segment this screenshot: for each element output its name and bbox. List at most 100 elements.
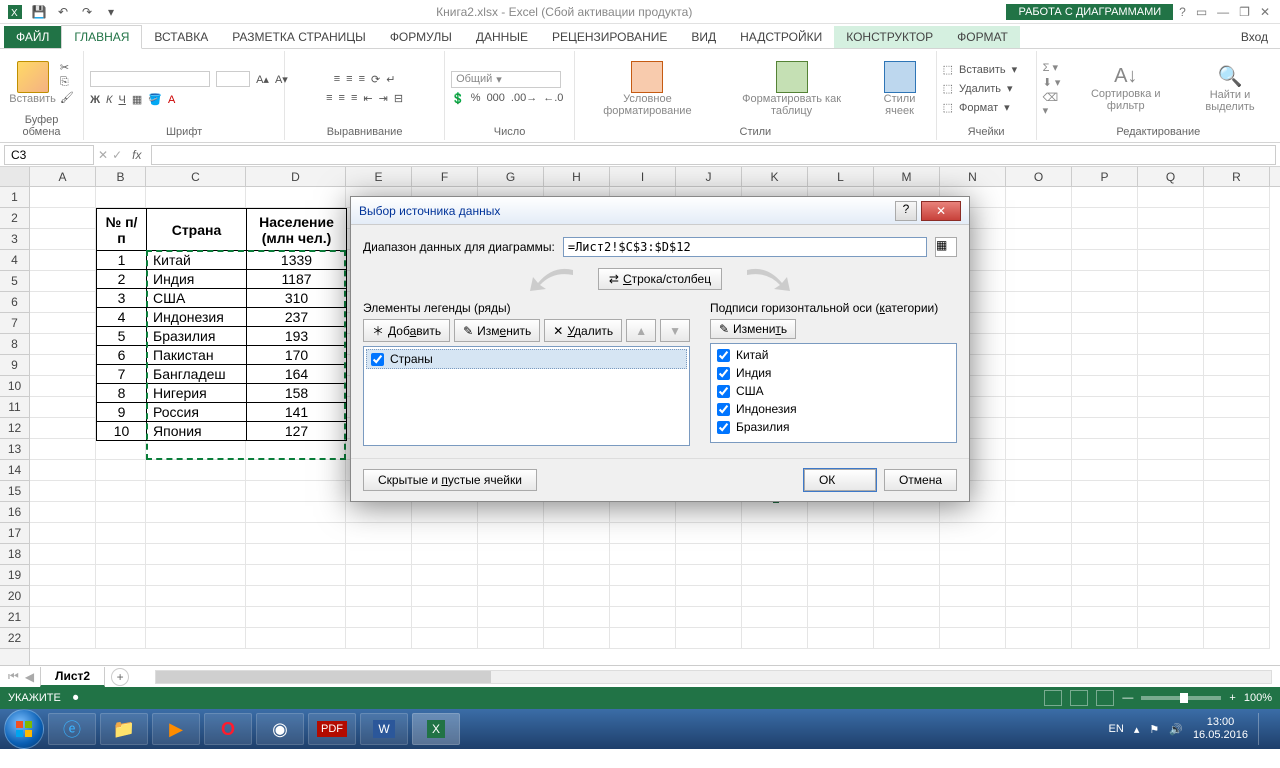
- cell[interactable]: [676, 628, 742, 649]
- cell[interactable]: [96, 607, 146, 628]
- tab-file[interactable]: ФАЙЛ: [4, 26, 61, 48]
- table-cell[interactable]: Бразилия: [147, 327, 247, 346]
- cell[interactable]: [1006, 250, 1072, 271]
- cell[interactable]: [96, 502, 146, 523]
- cell[interactable]: [412, 586, 478, 607]
- cell[interactable]: [1006, 586, 1072, 607]
- show-desktop-button[interactable]: [1258, 713, 1268, 745]
- cell[interactable]: [1204, 418, 1270, 439]
- sort-filter-button[interactable]: A↓ Сортировка и фильтр: [1074, 65, 1178, 112]
- fill-icon[interactable]: ⬇ ▾: [1043, 76, 1066, 89]
- cell[interactable]: [1072, 607, 1138, 628]
- autosum-icon[interactable]: Σ ▾: [1043, 61, 1066, 74]
- table-cell[interactable]: Пакистан: [147, 346, 247, 365]
- cell[interactable]: [610, 502, 676, 523]
- cell[interactable]: [246, 523, 346, 544]
- cell[interactable]: [30, 397, 96, 418]
- cell[interactable]: [874, 628, 940, 649]
- cut-icon[interactable]: ✂: [60, 61, 74, 74]
- cell[interactable]: [1072, 565, 1138, 586]
- cell[interactable]: [1006, 292, 1072, 313]
- cell[interactable]: [478, 565, 544, 586]
- cell[interactable]: [146, 544, 246, 565]
- table-cell[interactable]: Индия: [147, 270, 247, 289]
- cell[interactable]: [1204, 586, 1270, 607]
- cell[interactable]: [874, 502, 940, 523]
- cell[interactable]: [30, 271, 96, 292]
- align-bottom-icon[interactable]: ≡: [359, 73, 365, 85]
- category-checkbox[interactable]: [717, 349, 730, 362]
- column-header[interactable]: N: [940, 167, 1006, 186]
- table-cell[interactable]: 141: [247, 403, 347, 422]
- ok-button[interactable]: ОК: [804, 469, 876, 491]
- tab-formulas[interactable]: ФОРМУЛЫ: [378, 26, 464, 48]
- table-cell[interactable]: 237: [247, 308, 347, 327]
- cell[interactable]: [1138, 439, 1204, 460]
- paste-button[interactable]: Вставить: [9, 61, 56, 105]
- cell[interactable]: [1072, 250, 1138, 271]
- cell[interactable]: [30, 355, 96, 376]
- table-cell[interactable]: 193: [247, 327, 347, 346]
- cell[interactable]: [1072, 439, 1138, 460]
- qat-customize-icon[interactable]: ▾: [100, 2, 122, 22]
- table-cell[interactable]: 310: [247, 289, 347, 308]
- cell[interactable]: [1204, 334, 1270, 355]
- cell[interactable]: [1006, 271, 1072, 292]
- cell[interactable]: [1006, 565, 1072, 586]
- task-word[interactable]: W: [360, 713, 408, 745]
- cell[interactable]: [412, 544, 478, 565]
- cell[interactable]: [346, 544, 412, 565]
- cell[interactable]: [1204, 565, 1270, 586]
- tray-volume-icon[interactable]: 🔊: [1169, 723, 1183, 736]
- conditional-formatting-button[interactable]: Условное форматирование: [581, 61, 714, 117]
- cell[interactable]: [1072, 397, 1138, 418]
- tab-insert[interactable]: ВСТАВКА: [142, 26, 220, 48]
- font-color-icon[interactable]: A: [168, 94, 175, 106]
- close-icon[interactable]: ✕: [1260, 5, 1270, 19]
- cell[interactable]: [1072, 523, 1138, 544]
- cell[interactable]: [544, 565, 610, 586]
- cell[interactable]: [1204, 208, 1270, 229]
- page-layout-view-icon[interactable]: [1070, 690, 1088, 706]
- help-icon[interactable]: ?: [1179, 5, 1186, 19]
- cell[interactable]: [1006, 208, 1072, 229]
- cell[interactable]: [1072, 229, 1138, 250]
- cell[interactable]: [742, 586, 808, 607]
- cell[interactable]: [1006, 313, 1072, 334]
- align-center-icon[interactable]: ≡: [339, 92, 345, 104]
- cell[interactable]: [808, 607, 874, 628]
- cell[interactable]: [30, 628, 96, 649]
- align-left-icon[interactable]: ≡: [326, 92, 332, 104]
- increase-font-icon[interactable]: A▴: [256, 73, 269, 86]
- align-middle-icon[interactable]: ≡: [346, 73, 352, 85]
- cell[interactable]: [1138, 523, 1204, 544]
- cell[interactable]: [544, 607, 610, 628]
- table-cell[interactable]: Бангладеш: [147, 365, 247, 384]
- cell[interactable]: [808, 544, 874, 565]
- cell[interactable]: [1138, 586, 1204, 607]
- cell[interactable]: [808, 523, 874, 544]
- cell[interactable]: [1006, 397, 1072, 418]
- cell[interactable]: [478, 607, 544, 628]
- cell[interactable]: [412, 607, 478, 628]
- cell[interactable]: [96, 187, 146, 208]
- cell[interactable]: [146, 187, 246, 208]
- restore-icon[interactable]: ❐: [1239, 5, 1250, 19]
- cell[interactable]: [30, 523, 96, 544]
- cell[interactable]: [246, 586, 346, 607]
- cell[interactable]: [246, 607, 346, 628]
- cell[interactable]: [1072, 502, 1138, 523]
- row-header[interactable]: 15: [0, 481, 29, 502]
- cell[interactable]: [1072, 376, 1138, 397]
- page-break-view-icon[interactable]: [1096, 690, 1114, 706]
- bold-icon[interactable]: Ж: [90, 94, 100, 106]
- cell[interactable]: [1138, 355, 1204, 376]
- cells-insert-button[interactable]: ⬚ Вставить ▾: [943, 63, 1018, 76]
- cancel-button[interactable]: Отмена: [884, 469, 957, 491]
- table-cell[interactable]: Япония: [147, 422, 247, 441]
- tab-data[interactable]: ДАННЫЕ: [464, 26, 540, 48]
- cell[interactable]: [808, 586, 874, 607]
- tray-network-icon[interactable]: ⚑: [1149, 723, 1159, 736]
- cell[interactable]: [1072, 313, 1138, 334]
- signin-link[interactable]: Вход: [1229, 26, 1280, 48]
